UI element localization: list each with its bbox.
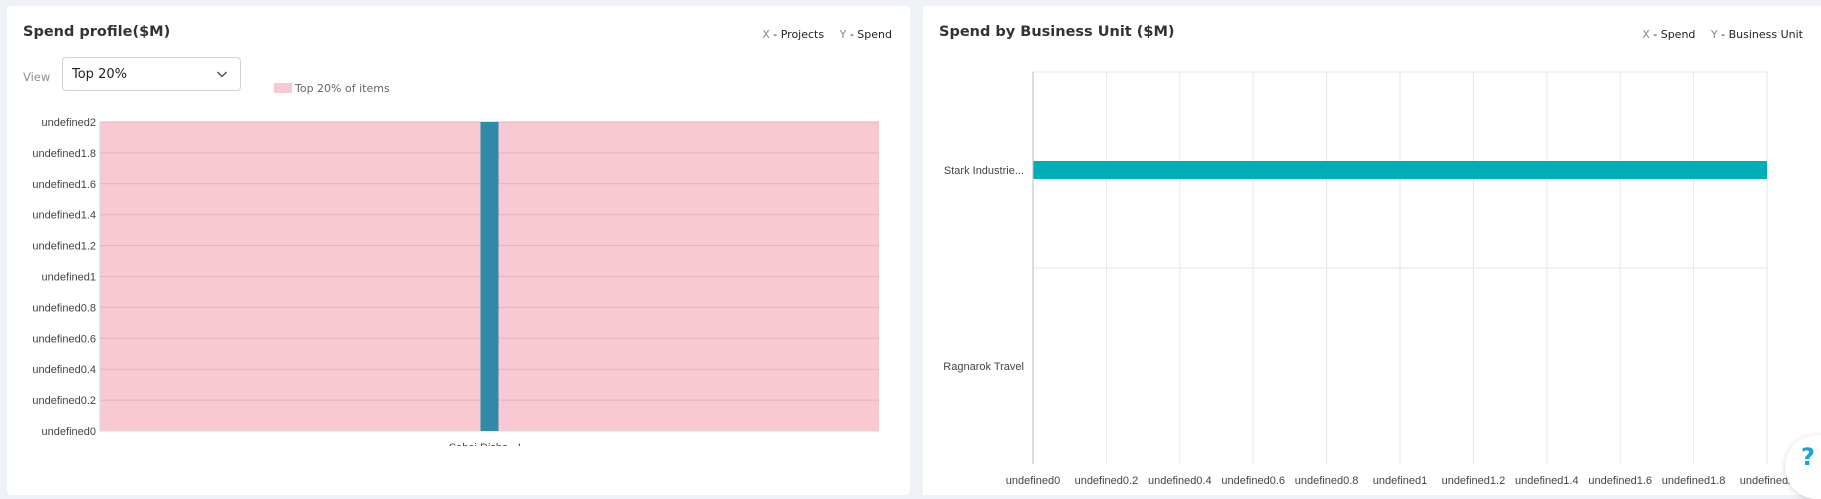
- x-axis-meaning: - Projects: [769, 28, 825, 41]
- x-tick-label: undefined1: [1373, 475, 1427, 487]
- spend-by-bu-title: Spend by Business Unit ($M): [939, 24, 1175, 40]
- y-tick-label: undefined0: [42, 426, 96, 438]
- business-unit-bar: [1033, 161, 1767, 179]
- spend-by-bu-chart: undefined0 undefined0.2 undefined0.4 undefi…: [943, 71, 1794, 487]
- spend-by-business-unit-panel: Spend by Business Unit ($M) X - Spend Y …: [923, 6, 1821, 495]
- x-tick-label: undefined0.2: [1075, 475, 1139, 487]
- y-tick-label: undefined1.8: [32, 148, 96, 160]
- y-tick-label: Stark Industrie...: [944, 165, 1024, 177]
- x-tick-label: undefined1.8: [1662, 475, 1726, 487]
- y-tick-label: undefined2: [42, 117, 96, 129]
- spend-profile-panel: Spend profile($M) X - Projects Y - Spend…: [7, 6, 910, 495]
- y-axis-key: Y: [1710, 28, 1718, 41]
- y-tick-label: Ragnarok Travel: [943, 361, 1024, 373]
- y-axis-meaning: - Spend: [846, 28, 892, 41]
- x-tick-label: undefined1.6: [1588, 475, 1652, 487]
- y-tick-label: undefined0.8: [32, 302, 96, 314]
- x-tick-label: undefined1.4: [1515, 475, 1579, 487]
- view-select-value: Top 20%: [72, 67, 127, 82]
- x-tick-label: undefined0.4: [1148, 475, 1212, 487]
- x-tick-label: undefined1.2: [1442, 475, 1506, 487]
- x-tick-label: undefined0.6: [1221, 475, 1285, 487]
- project-bar: [480, 122, 499, 431]
- x-tick-label: undefined0.8: [1295, 475, 1359, 487]
- x-axis-key: X: [762, 28, 770, 41]
- x-tick-label: undefined0: [1006, 475, 1060, 487]
- spend-by-bu-axis-legend: X - Spend Y - Business Unit: [1642, 28, 1803, 41]
- y-tick-label: undefined1.4: [32, 210, 96, 222]
- view-label: View: [23, 70, 51, 84]
- y-tick-label: undefined0.2: [32, 395, 96, 407]
- spend-profile-chart: undefined0 undefined0.2 undefined0.4 undefi…: [32, 117, 879, 446]
- x-axis-meaning: - Spend: [1649, 28, 1696, 41]
- top-items-legend: Top 20% of items: [274, 82, 390, 95]
- spend-profile-axis-legend: X - Projects Y - Spend: [762, 28, 892, 41]
- x-tick-label: Sahaj Disha - I...: [449, 442, 530, 446]
- help-icon: ?: [1801, 443, 1815, 471]
- y-tick-label: undefined1.2: [32, 241, 96, 253]
- y-axis-meaning: - Business Unit: [1717, 28, 1803, 41]
- y-tick-label: undefined0.6: [32, 333, 96, 345]
- y-tick-label: undefined1.6: [32, 179, 96, 191]
- view-select[interactable]: Top 20%: [62, 57, 241, 91]
- y-tick-label: undefined0.4: [32, 364, 96, 376]
- x-axis-key: X: [1642, 28, 1650, 41]
- legend-swatch: [274, 83, 292, 93]
- spend-profile-title: Spend profile($M): [23, 24, 171, 40]
- legend-label: Top 20% of items: [295, 82, 390, 95]
- chevron-down-icon: [216, 71, 228, 78]
- y-tick-label: undefined1: [42, 272, 96, 284]
